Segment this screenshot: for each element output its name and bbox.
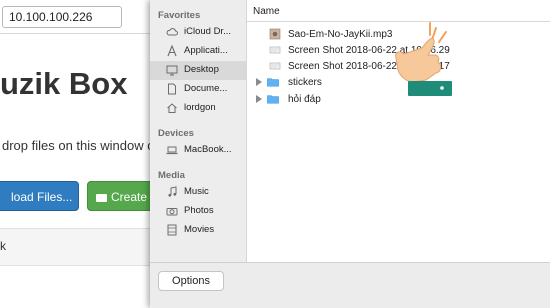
sidebar-item-music[interactable]: Music bbox=[150, 183, 246, 202]
folder-name: stickers bbox=[288, 77, 322, 88]
file-open-dialog: Favorites iCloud Dr... Applicati... Desk… bbox=[150, 0, 550, 308]
sidebar-item-label: Photos bbox=[184, 205, 214, 216]
sidebar-section-favorites: Favorites bbox=[158, 10, 201, 21]
sidebar-item-label: Movies bbox=[184, 224, 215, 235]
folder-icon bbox=[267, 95, 279, 104]
sidebar-item-label: Applicati... bbox=[184, 45, 228, 56]
audio-file-icon bbox=[269, 28, 281, 40]
sidebar-item-label: Desktop bbox=[184, 64, 219, 75]
applications-icon bbox=[167, 45, 177, 57]
sidebar-section-media: Media bbox=[158, 170, 185, 181]
column-header-label: Name bbox=[253, 6, 280, 17]
sidebar-item-photos[interactable]: Photos bbox=[150, 202, 246, 221]
image-file-icon bbox=[269, 46, 281, 54]
documents-icon bbox=[168, 83, 176, 95]
sidebar-item-icloud-drive[interactable]: iCloud Dr... bbox=[150, 23, 246, 42]
sidebar-item-home[interactable]: lordgon bbox=[150, 99, 246, 118]
footer-panel-text: k bbox=[0, 239, 6, 253]
sidebar-item-label: Music bbox=[184, 186, 209, 197]
laptop-icon bbox=[166, 146, 178, 155]
sidebar-item-macbook[interactable]: MacBook... bbox=[150, 141, 246, 160]
disclosure-triangle-icon[interactable] bbox=[256, 95, 262, 103]
folder-name: hỏi đáp bbox=[288, 94, 321, 105]
sidebar-item-label: lordgon bbox=[184, 102, 216, 113]
sidebar-item-label: MacBook... bbox=[184, 144, 232, 155]
divider bbox=[0, 33, 150, 34]
sidebar-item-label: iCloud Dr... bbox=[184, 26, 231, 37]
dialog-bottom-bar: Options bbox=[150, 262, 550, 308]
drop-hint-text: drop files on this window or bbox=[2, 138, 159, 153]
address-bar[interactable]: 10.100.100.226 bbox=[2, 6, 122, 28]
footer-panel bbox=[0, 228, 150, 266]
camera-icon bbox=[166, 208, 178, 216]
home-icon bbox=[167, 103, 177, 113]
sidebar-item-label: Docume... bbox=[184, 83, 228, 94]
options-button[interactable]: Options bbox=[158, 271, 224, 291]
create-folder-button[interactable]: Create bbox=[87, 181, 157, 211]
sidebar-item-movies[interactable]: Movies bbox=[150, 221, 246, 240]
create-folder-label: Create bbox=[111, 190, 148, 204]
sidebar-section-devices: Devices bbox=[158, 128, 194, 139]
music-icon bbox=[168, 186, 177, 197]
desktop-icon bbox=[166, 65, 178, 76]
dialog-sidebar: Favorites iCloud Dr... Applicati... Desk… bbox=[150, 0, 247, 262]
folder-icon bbox=[96, 194, 107, 202]
image-file-icon bbox=[269, 62, 281, 70]
pointing-hand-icon bbox=[395, 22, 452, 96]
cloud-icon bbox=[166, 28, 178, 36]
page-title: uzik Box bbox=[0, 66, 128, 101]
upload-files-button[interactable]: load Files... bbox=[0, 181, 79, 211]
folder-icon bbox=[267, 78, 279, 87]
sidebar-item-applications[interactable]: Applicati... bbox=[150, 42, 246, 61]
film-icon bbox=[167, 224, 177, 236]
sidebar-item-documents[interactable]: Docume... bbox=[150, 80, 246, 99]
disclosure-triangle-icon[interactable] bbox=[256, 78, 262, 86]
sidebar-item-desktop[interactable]: Desktop bbox=[150, 61, 246, 80]
